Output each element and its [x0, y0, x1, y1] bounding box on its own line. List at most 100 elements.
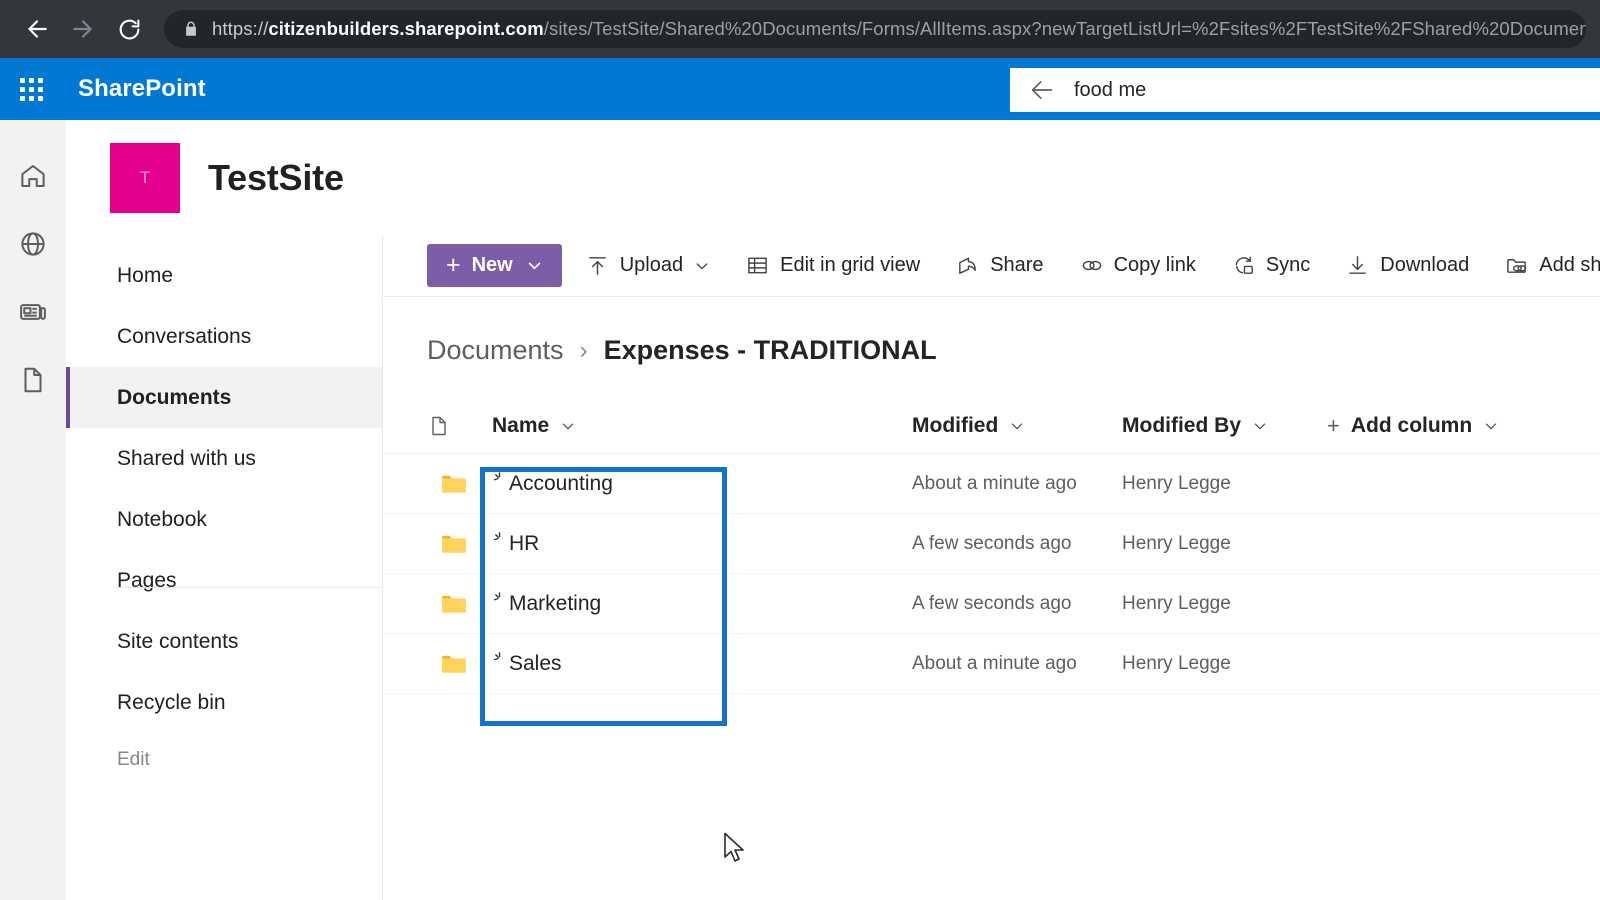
rail-item-documents[interactable]	[0, 346, 66, 414]
link-icon	[1080, 254, 1103, 277]
sidebar-item-label: Documents	[117, 386, 231, 410]
add-shortcut-icon	[1505, 254, 1528, 277]
search-back-icon[interactable]	[1028, 76, 1056, 104]
file-list-header: Name Modified Modified By + Add column	[383, 398, 1600, 454]
folder-icon	[427, 589, 492, 619]
sidebar-item-site-contents[interactable]: Site contents	[66, 611, 382, 672]
add-shortcut-button[interactable]: Add shortcut to	[1493, 244, 1600, 288]
browser-reload-button[interactable]	[106, 6, 152, 52]
sidebar-item-home[interactable]: Home	[66, 245, 382, 306]
sidebar-item-label: Notebook	[117, 508, 207, 532]
breadcrumb-parent[interactable]: Documents	[427, 335, 564, 366]
sidebar-item-pages[interactable]: Pages	[66, 550, 382, 611]
sidebar-item-documents[interactable]: Documents	[66, 367, 382, 428]
folder-icon	[427, 529, 492, 559]
plus-icon: +	[446, 253, 461, 278]
sidebar-item-shared-with-us[interactable]: Shared with us	[66, 428, 382, 489]
site-logo[interactable]: T	[110, 143, 180, 213]
nav-divider	[113, 587, 383, 588]
modified-cell: A few seconds ago	[912, 593, 1122, 615]
download-button[interactable]: Download	[1334, 244, 1481, 288]
modified-cell: A few seconds ago	[912, 533, 1122, 555]
new-item-icon	[492, 591, 507, 606]
download-label: Download	[1380, 254, 1469, 277]
rail-item-news[interactable]	[0, 278, 66, 346]
column-header-modified-by-label: Modified By	[1122, 414, 1241, 438]
copy-link-label: Copy link	[1114, 254, 1196, 277]
sync-button[interactable]: Sync	[1220, 244, 1322, 288]
sidebar-item-label: Edit	[117, 749, 150, 771]
new-button[interactable]: + New	[427, 244, 562, 287]
copy-link-button[interactable]: Copy link	[1068, 244, 1208, 288]
upload-button[interactable]: Upload	[574, 244, 722, 288]
modified-by-cell: Henry Legge	[1122, 533, 1327, 555]
sync-icon	[1232, 254, 1255, 277]
chevron-down-icon	[1252, 418, 1268, 434]
sidebar-item-label: Site contents	[117, 630, 238, 654]
modified-by-cell: Henry Legge	[1122, 653, 1327, 675]
search-input[interactable]: food me	[1074, 79, 1146, 102]
column-header-file-type[interactable]	[427, 414, 492, 438]
app-launcher-button[interactable]	[0, 58, 62, 120]
plus-icon: +	[1327, 413, 1340, 439]
share-button[interactable]: Share	[944, 244, 1055, 288]
folder-icon	[427, 469, 492, 499]
sidebar-item-label: Conversations	[117, 325, 251, 349]
new-item-icon	[492, 471, 507, 486]
sidebar-item-label: Shared with us	[117, 447, 256, 471]
sidebar-item-label: Recycle bin	[117, 691, 226, 715]
file-name-cell[interactable]: Accounting	[492, 472, 912, 496]
rail-item-global-navigation[interactable]	[0, 210, 66, 278]
sidebar-item-notebook[interactable]: Notebook	[66, 489, 382, 550]
column-header-name[interactable]: Name	[492, 414, 912, 438]
edit-in-grid-view-label: Edit in grid view	[780, 254, 920, 277]
modified-cell: About a minute ago	[912, 653, 1122, 675]
new-button-label: New	[472, 254, 513, 277]
chevron-down-icon	[1483, 418, 1499, 434]
edit-in-grid-view-button[interactable]: Edit in grid view	[734, 244, 932, 288]
url-host: citizenbuilders.sharepoint.com	[268, 18, 543, 39]
search-box[interactable]: food me	[1010, 68, 1600, 112]
table-row[interactable]: Sales About a minute ago Henry Legge	[383, 634, 1600, 694]
site-title[interactable]: TestSite	[208, 157, 344, 199]
file-name-cell[interactable]: Marketing	[492, 592, 912, 616]
chevron-down-icon	[560, 418, 576, 434]
column-header-modified[interactable]: Modified	[912, 414, 1122, 438]
table-row[interactable]: Marketing A few seconds ago Henry Legge	[383, 574, 1600, 634]
sidebar-item-recycle-bin[interactable]: Recycle bin	[66, 672, 382, 733]
site-header: T TestSite	[66, 120, 1600, 235]
browser-toolbar: https://citizenbuilders.sharepoint.com/s…	[0, 0, 1600, 58]
address-bar[interactable]: https://citizenbuilders.sharepoint.com/s…	[164, 10, 1586, 48]
add-column-label: Add column	[1351, 414, 1472, 438]
modified-by-cell: Henry Legge	[1122, 593, 1327, 615]
chevron-down-icon	[1009, 418, 1025, 434]
browser-back-button[interactable]	[14, 6, 60, 52]
new-item-icon	[492, 531, 507, 546]
file-name-label: HR	[509, 532, 539, 556]
command-bar: + New Upload Edit	[383, 235, 1600, 297]
sidebar-edit-link[interactable]: Edit	[66, 733, 382, 787]
breadcrumb: Documents › Expenses - TRADITIONAL	[383, 297, 1600, 366]
file-name-cell[interactable]: Sales	[492, 652, 912, 676]
upload-label: Upload	[620, 254, 683, 277]
site-navigation: Home Conversations Documents Shared with…	[66, 235, 383, 900]
chevron-down-icon	[694, 258, 710, 274]
mouse-cursor	[723, 832, 749, 871]
sidebar-item-label: Pages	[117, 569, 177, 593]
table-row[interactable]: HR A few seconds ago Henry Legge	[383, 514, 1600, 574]
upload-icon	[586, 254, 609, 277]
sidebar-item-conversations[interactable]: Conversations	[66, 306, 382, 367]
column-header-modified-by[interactable]: Modified By	[1122, 414, 1327, 438]
waffle-icon	[20, 78, 43, 101]
rail-item-home[interactable]	[0, 142, 66, 210]
table-row[interactable]: Accounting About a minute ago Henry Legg…	[383, 454, 1600, 514]
browser-forward-button[interactable]	[60, 6, 106, 52]
grid-icon	[746, 254, 769, 277]
file-name-cell[interactable]: HR	[492, 532, 912, 556]
sync-label: Sync	[1266, 254, 1310, 277]
add-column-button[interactable]: + Add column	[1327, 413, 1499, 439]
sharepoint-brand[interactable]: SharePoint	[78, 75, 206, 103]
chevron-down-icon	[526, 257, 543, 274]
url-path: /sites/TestSite/Shared%20Documents/Forms…	[544, 18, 1586, 39]
main-content: + New Upload Edit	[383, 235, 1600, 900]
